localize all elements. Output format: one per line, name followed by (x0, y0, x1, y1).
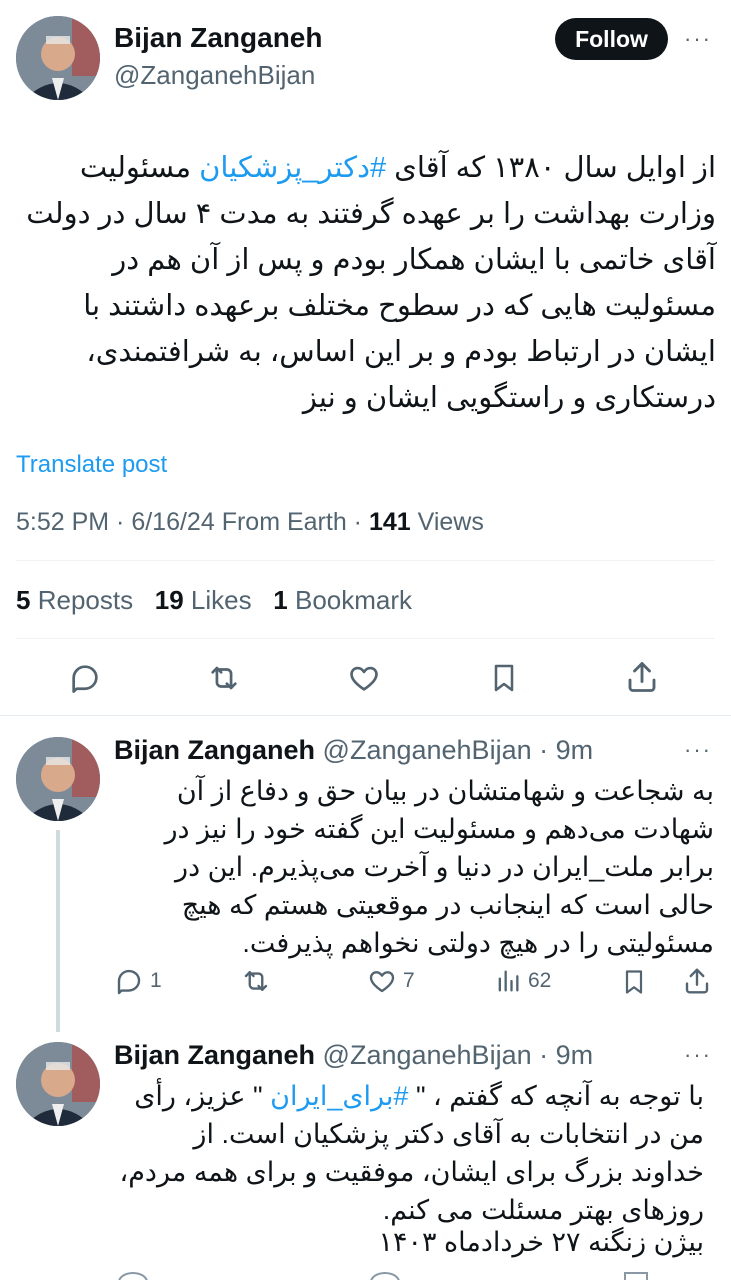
divider (16, 560, 715, 561)
translate-post-link[interactable]: Translate post (16, 451, 167, 479)
reply-avatar[interactable] (16, 1042, 100, 1126)
hashtag-link[interactable]: #برای_ایران (270, 1081, 408, 1111)
views-count: 141 (368, 508, 411, 536)
reply-author-name[interactable]: Bijan Zanganeh (114, 735, 315, 765)
reply-icon[interactable] (68, 661, 102, 695)
post-time[interactable]: 5:52 PM (16, 508, 109, 536)
like-icon (367, 966, 397, 996)
share-icon[interactable] (624, 659, 660, 695)
post-source: From Earth (221, 508, 347, 536)
post-text: از اوایل سال ۱۳۸۰ که آقای #دکتر_پزشکیان … (16, 145, 716, 421)
reply-header: Bijan Zanganeh @ZanganehBijan · 9m (114, 735, 594, 765)
like-count: 7 (403, 969, 415, 992)
post-meta: 5:52 PM · 6/16/24 From Earth · 141 Views (16, 508, 484, 536)
views-action[interactable]: 62 (494, 966, 551, 996)
views-icon (494, 966, 522, 996)
reply-author-name[interactable]: Bijan Zanganeh (114, 1040, 315, 1070)
divider (0, 715, 731, 716)
reposts-count: 5 (16, 585, 31, 615)
hashtag-link[interactable]: #دکتر_پزشکیان (199, 152, 386, 184)
bookmarks-label: Bookmark (295, 585, 413, 615)
reply-avatar[interactable] (16, 737, 100, 821)
author-handle[interactable]: @ZanganehBijan (114, 60, 315, 91)
reply-signature: بیژن زنگنه ۲۷ خردادماه ۱۴۰۳ (378, 1227, 705, 1257)
reply-action[interactable]: 1 (114, 966, 162, 996)
divider (16, 638, 715, 639)
reply-text-part: با توجه به آنچه که گفتم ، " (408, 1081, 704, 1111)
likes-count: 19 (154, 585, 184, 615)
partial-action-row (0, 1272, 731, 1280)
reply-count: 1 (150, 969, 162, 992)
like-action[interactable]: 7 (367, 966, 415, 996)
repost-icon[interactable] (205, 661, 243, 695)
reposts-stat[interactable]: 5 Reposts (16, 585, 133, 615)
reply-time[interactable]: 9m (556, 1040, 594, 1070)
reply-text: به شجاعت و شهامتشان در بیان حق و دفاع از… (164, 776, 714, 958)
likes-stat[interactable]: 19 Likes (155, 585, 252, 615)
share-icon[interactable] (682, 965, 712, 997)
like-icon[interactable] (346, 661, 382, 695)
post-stats: 5 Reposts 19 Likes 1 Bookmark (16, 585, 412, 616)
reply-author-handle[interactable]: @ZanganehBijan (323, 735, 532, 765)
post-date[interactable]: 6/16/24 (131, 508, 214, 536)
repost-icon (240, 966, 272, 996)
bookmarks-count: 1 (273, 585, 288, 615)
bookmarks-stat[interactable]: 1 Bookmark (273, 585, 412, 615)
reposts-label: Reposts (37, 585, 134, 615)
post-text-part: از اوایل سال ۱۳۸۰ که آقای (386, 152, 716, 184)
follow-button[interactable]: Follow (555, 18, 668, 60)
reply-header: Bijan Zanganeh @ZanganehBijan · 9m (114, 1040, 594, 1070)
author-name[interactable]: Bijan Zanganeh (114, 22, 322, 54)
reply-author-handle[interactable]: @ZanganehBijan (323, 1040, 532, 1070)
more-icon[interactable]: ··· (684, 737, 712, 763)
likes-label: Likes (190, 585, 252, 615)
views-count: 62 (528, 969, 552, 992)
reply-time[interactable]: 9m (556, 735, 594, 765)
repost-action[interactable] (240, 966, 278, 996)
thread-line (56, 830, 60, 1032)
reply-icon (114, 966, 144, 996)
more-icon[interactable]: ··· (684, 1042, 712, 1068)
reply-text: با توجه به آنچه که گفتم ، " #برای_ایران … (114, 1077, 705, 1229)
post-text-part: مسئولیت وزارت بهداشت را بر عهده گرفتند ب… (26, 152, 716, 414)
bookmark-icon[interactable] (488, 660, 520, 696)
bookmark-icon[interactable] (620, 966, 648, 998)
more-icon[interactable]: ··· (684, 26, 712, 52)
views-label: Views (417, 508, 484, 536)
author-avatar[interactable] (16, 16, 100, 100)
